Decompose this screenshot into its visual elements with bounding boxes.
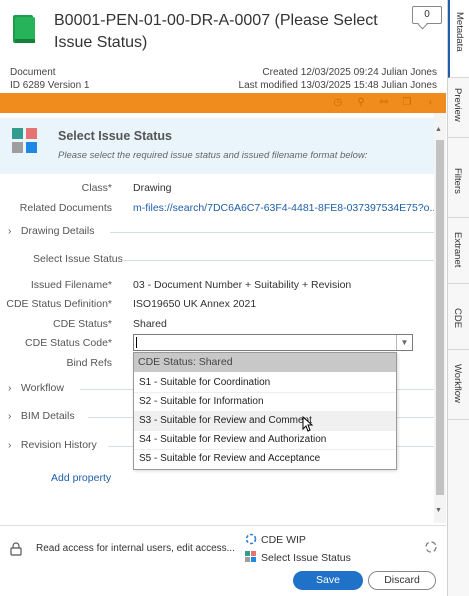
workflow-state-row[interactable]: Select Issue Status bbox=[245, 551, 351, 564]
workflow-name: CDE WIP bbox=[261, 534, 306, 546]
workflow-row[interactable]: CDE WIP bbox=[245, 533, 306, 546]
divider bbox=[397, 446, 434, 447]
section-revision-history[interactable]: › Revision History bbox=[8, 439, 97, 451]
divider bbox=[110, 232, 434, 233]
scrollbar-thumb[interactable] bbox=[436, 140, 444, 495]
discard-button[interactable]: Discard bbox=[368, 571, 436, 590]
refresh-icon[interactable] bbox=[424, 540, 438, 554]
lock-icon[interactable] bbox=[10, 542, 22, 556]
divider bbox=[397, 389, 434, 390]
dropdown-option-s5[interactable]: S5 - Suitable for Review and Acceptance bbox=[134, 449, 396, 468]
related-documents-label: Related Documents bbox=[19, 202, 112, 214]
class-label: Class* bbox=[81, 182, 112, 194]
workflow-state: Select Issue Status bbox=[261, 552, 351, 564]
section-drawing-details[interactable]: › Drawing Details bbox=[8, 225, 94, 237]
object-header: B0001-PEN-01-00-DR-A-0007 (Please Select… bbox=[0, 0, 446, 62]
cde-status-code-label: CDE Status Code* bbox=[25, 337, 112, 349]
tab-workflow[interactable]: Workflow bbox=[448, 350, 469, 420]
object-info: Document ID 6289 Version 1 Created 12/03… bbox=[0, 64, 446, 92]
divider bbox=[108, 446, 134, 447]
dropdown-option-s4[interactable]: S4 - Suitable for Review and Authorizati… bbox=[134, 430, 396, 449]
divider bbox=[122, 260, 434, 261]
chevron-right-icon: › bbox=[8, 226, 12, 237]
related-documents-link[interactable]: m-files://search/7DC6A6C7-63F4-4481-8FE8… bbox=[133, 202, 438, 214]
divider bbox=[80, 389, 134, 390]
divider bbox=[397, 417, 434, 418]
scroll-down-icon[interactable]: ▼ bbox=[435, 507, 442, 514]
dropdown-option-s2[interactable]: S2 - Suitable for Information bbox=[134, 392, 396, 411]
tab-extranet[interactable]: Extranet bbox=[448, 218, 469, 284]
permissions-text[interactable]: Read access for internal users, edit acc… bbox=[36, 543, 235, 554]
cde-status-value[interactable]: Shared bbox=[133, 318, 167, 330]
document-icon bbox=[13, 15, 35, 43]
object-type: Document bbox=[10, 67, 56, 78]
chevron-right-icon: › bbox=[8, 383, 12, 394]
cde-status-label: CDE Status* bbox=[53, 318, 112, 330]
add-property-link[interactable]: Add property bbox=[51, 472, 111, 484]
cde-status-code-input[interactable]: ▼ bbox=[133, 334, 413, 351]
cde-status-code-dropdown: CDE Status: Shared S1 - Suitable for Coo… bbox=[133, 352, 397, 470]
object-title: B0001-PEN-01-00-DR-A-0007 (Please Select… bbox=[54, 12, 378, 51]
tab-cde[interactable]: CDE bbox=[448, 284, 469, 350]
banner-subtitle: Please select the required issue status … bbox=[58, 150, 368, 161]
modified-info: Last modified 13/03/2025 15:48 Julian Jo… bbox=[238, 80, 437, 91]
cde-status-definition-value[interactable]: ISO19650 UK Annex 2021 bbox=[133, 298, 256, 310]
cde-status-definition-label: CDE Status Definition* bbox=[6, 298, 112, 310]
dropdown-group-header: CDE Status: Shared bbox=[134, 353, 396, 372]
section-workflow[interactable]: › Workflow bbox=[8, 382, 64, 394]
scroll-up-icon[interactable]: ▲ bbox=[435, 126, 442, 133]
history-icon[interactable]: ◷ bbox=[332, 97, 344, 109]
save-button[interactable]: Save bbox=[293, 571, 363, 590]
more-icon[interactable]: › bbox=[424, 97, 436, 109]
toolbar-bar: ◷ ⚲ ⚯ ❐ › bbox=[0, 93, 446, 113]
pin-icon[interactable]: ⚲ bbox=[355, 97, 367, 109]
copy-icon[interactable]: ❐ bbox=[401, 97, 413, 109]
object-id-version: ID 6289 Version 1 bbox=[10, 80, 90, 91]
status-grid-icon bbox=[12, 128, 38, 154]
share-icon[interactable]: ⚯ bbox=[378, 97, 390, 109]
metadata-card: Select Issue Status Please select the re… bbox=[0, 113, 446, 523]
dropdown-option-s3[interactable]: S3 - Suitable for Review and Comment bbox=[134, 411, 396, 430]
class-value[interactable]: Drawing bbox=[133, 182, 172, 194]
section-bim-details[interactable]: › BIM Details bbox=[8, 410, 75, 422]
state-icon bbox=[245, 551, 256, 562]
issued-filename-value[interactable]: 03 - Document Number + Suitability + Rev… bbox=[133, 279, 351, 291]
section-select-issue-status: Select Issue Status bbox=[33, 253, 123, 265]
dropdown-option-s1[interactable]: S1 - Suitable for Coordination bbox=[134, 373, 396, 392]
workflow-icon bbox=[245, 533, 257, 545]
bind-refs-label: Bind Refs bbox=[66, 357, 112, 369]
chevron-down-icon[interactable]: ▼ bbox=[396, 335, 412, 350]
tab-filters[interactable]: Filters bbox=[448, 138, 469, 218]
right-tab-strip: Metadata Preview Filters Extranet CDE Wo… bbox=[447, 0, 469, 596]
tab-preview[interactable]: Preview bbox=[448, 78, 469, 138]
created-info: Created 12/03/2025 09:24 Julian Jones bbox=[262, 67, 437, 78]
tab-metadata[interactable]: Metadata bbox=[448, 0, 469, 78]
comment-count-badge[interactable]: 0 bbox=[412, 6, 442, 24]
mouse-cursor-icon bbox=[302, 416, 314, 432]
chevron-right-icon: › bbox=[8, 440, 12, 451]
banner-title: Select Issue Status bbox=[58, 129, 172, 143]
issue-status-banner: Select Issue Status Please select the re… bbox=[0, 118, 434, 174]
issued-filename-label: Issued Filename* bbox=[30, 279, 112, 291]
footer-bar: Read access for internal users, edit acc… bbox=[0, 525, 446, 596]
chevron-right-icon: › bbox=[8, 411, 12, 422]
divider bbox=[88, 417, 134, 418]
